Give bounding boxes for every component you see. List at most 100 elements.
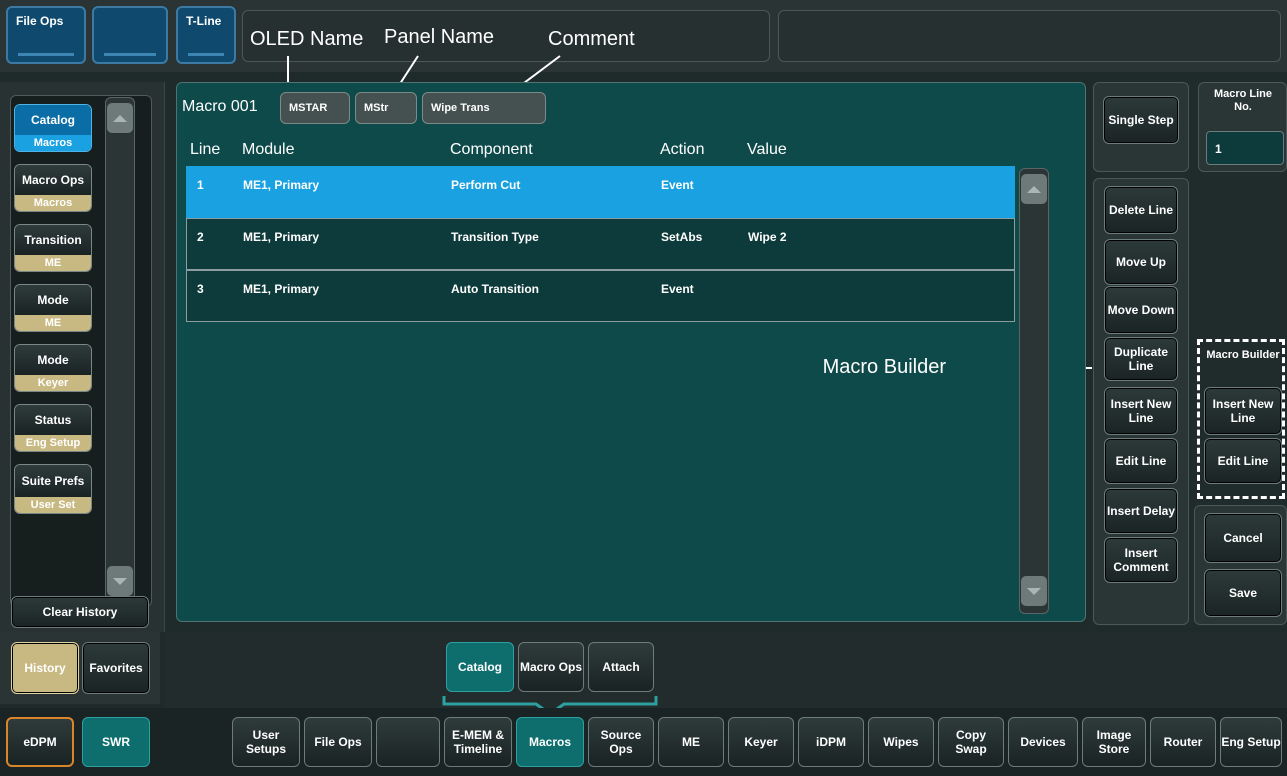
header-line: Line — [190, 141, 221, 158]
callout-comment: Comment — [548, 28, 635, 50]
nav-title: Catalog — [15, 105, 91, 135]
header-action: Action — [660, 141, 705, 158]
nav-sub: ME — [15, 255, 91, 271]
nav-scroll-up-icon[interactable] — [107, 103, 133, 133]
bottom-image-store[interactable]: Image Store — [1082, 717, 1146, 767]
insert-comment-label: Insert Comment — [1113, 546, 1169, 574]
table-row[interactable]: 1 ME1, Primary Perform Cut Event — [186, 166, 1015, 218]
nav-catalog-macros[interactable]: Catalog Macros — [14, 104, 92, 152]
table-row[interactable]: 3 ME1, Primary Auto Transition Event — [186, 270, 1015, 322]
header-module: Module — [242, 141, 295, 158]
bottom-label: ME — [682, 735, 700, 749]
subtab-catalog[interactable]: Catalog — [446, 642, 514, 692]
macro-builder-highlight — [1197, 339, 1285, 499]
bottom-devices[interactable]: Devices — [1008, 717, 1078, 767]
bottom-label: Image Store — [1096, 728, 1132, 756]
bottom-label: Eng Setup — [1221, 735, 1281, 749]
edit-line-button[interactable]: Edit Line — [1104, 438, 1178, 484]
subtab-macro-ops[interactable]: Macro Ops — [518, 642, 584, 692]
cell-module: ME1, Primary — [243, 230, 320, 244]
duplicate-line-button[interactable]: Duplicate Line — [1104, 337, 1178, 381]
cell-module: ME1, Primary — [243, 282, 320, 296]
single-step-label: Single Step — [1108, 113, 1174, 127]
swr-button[interactable]: SWR — [82, 717, 150, 767]
callout-oled-name: OLED Name — [250, 28, 364, 50]
favorites-button[interactable]: Favorites — [82, 642, 150, 694]
nav-transition[interactable]: Transition ME — [14, 224, 92, 272]
nav-title: Macro Ops — [15, 165, 91, 195]
bottom-label: iDPM — [816, 735, 846, 749]
nav-mode-keyer[interactable]: Mode Keyer — [14, 344, 92, 392]
bottom-user-setups[interactable]: User Setups — [232, 717, 300, 767]
clear-history-button[interactable]: Clear History — [11, 596, 149, 628]
nav-title: Suite Prefs — [15, 465, 91, 497]
oled-name-field[interactable]: MSTAR — [280, 92, 350, 124]
save-button[interactable]: Save — [1204, 569, 1282, 617]
header-component: Component — [450, 141, 533, 158]
cell-line: 1 — [197, 178, 204, 192]
bottom-copy-swap[interactable]: Copy Swap — [938, 717, 1004, 767]
comment-field[interactable]: Wipe Trans — [422, 92, 546, 124]
bottom-source-ops[interactable]: Source Ops — [588, 717, 654, 767]
table-scroll-up-icon[interactable] — [1021, 174, 1047, 204]
cell-module: ME1, Primary — [243, 178, 320, 192]
cell-action: SetAbs — [661, 230, 703, 244]
panel-name-field[interactable]: MStr — [355, 92, 417, 124]
header-value: Value — [747, 141, 787, 158]
nav-scrollbar[interactable] — [105, 97, 135, 605]
top-tline-button[interactable]: T-Line — [176, 6, 236, 64]
single-step-button[interactable]: Single Step — [1103, 96, 1179, 144]
nav-status[interactable]: Status Eng Setup — [14, 404, 92, 452]
move-up-button[interactable]: Move Up — [1104, 239, 1178, 285]
nav-mode-me[interactable]: Mode ME — [14, 284, 92, 332]
subtab-bar — [165, 632, 1287, 708]
button-stripe — [104, 53, 156, 56]
nav-suite-prefs[interactable]: Suite Prefs User Set — [14, 464, 92, 514]
edpm-button[interactable]: eDPM — [6, 717, 74, 767]
move-down-button[interactable]: Move Down — [1104, 286, 1178, 334]
panel-name-value: MStr — [364, 102, 389, 114]
nav-sub: Keyer — [15, 375, 91, 391]
bottom-wipes[interactable]: Wipes — [868, 717, 934, 767]
insert-delay-button[interactable]: Insert Delay — [1104, 488, 1178, 534]
insert-new-line-button[interactable]: Insert New Line — [1104, 387, 1178, 435]
table-row[interactable]: 2 ME1, Primary Transition Type SetAbs Wi… — [186, 218, 1015, 270]
nav-scroll-down-icon[interactable] — [107, 566, 133, 596]
cancel-button[interactable]: Cancel — [1204, 513, 1282, 563]
nav-macro-ops[interactable]: Macro Ops Macros — [14, 164, 92, 212]
bottom-idpm[interactable]: iDPM — [798, 717, 864, 767]
bottom-ememory-timeline[interactable]: E-MEM & Timeline — [444, 717, 512, 767]
bottom-blank[interactable] — [376, 717, 440, 767]
bottom-eng-setup[interactable]: Eng Setup — [1220, 717, 1282, 767]
line-no-field[interactable]: 1 — [1206, 131, 1284, 165]
cell-component: Perform Cut — [451, 178, 521, 192]
delete-line-button[interactable]: Delete Line — [1104, 186, 1178, 234]
cell-line: 2 — [197, 230, 204, 244]
duplicate-line-label: Duplicate Line — [1113, 345, 1168, 373]
table-scrollbar[interactable] — [1019, 168, 1049, 614]
top-file-ops-button[interactable]: File Ops — [6, 6, 86, 64]
table-scroll-down-icon[interactable] — [1021, 576, 1047, 606]
bottom-label: Devices — [1020, 735, 1066, 749]
history-label: History — [24, 661, 66, 675]
subtab-attach[interactable]: Attach — [588, 642, 654, 692]
move-up-label: Move Up — [1115, 255, 1166, 269]
callout-macro-builder: Macro Builder — [822, 356, 946, 378]
line-no-label: Macro Line No. — [1213, 88, 1273, 113]
bottom-router[interactable]: Router — [1150, 717, 1216, 767]
oled-name-value: MSTAR — [289, 102, 328, 114]
bottom-macros[interactable]: Macros — [516, 717, 584, 767]
bottom-me[interactable]: ME — [658, 717, 724, 767]
favorites-label: Favorites — [89, 661, 143, 675]
nav-title: Mode — [15, 345, 91, 375]
top-status-field-2 — [778, 10, 1281, 62]
bottom-keyer[interactable]: Keyer — [728, 717, 794, 767]
nav-title: Status — [15, 405, 91, 435]
bottom-file-ops[interactable]: File Ops — [304, 717, 372, 767]
insert-comment-button[interactable]: Insert Comment — [1104, 537, 1178, 583]
button-stripe — [18, 53, 74, 56]
nav-sub: Macros — [15, 135, 91, 151]
top-blank-button[interactable] — [92, 6, 168, 64]
history-button[interactable]: History — [11, 642, 79, 694]
nav-title: Mode — [15, 285, 91, 315]
